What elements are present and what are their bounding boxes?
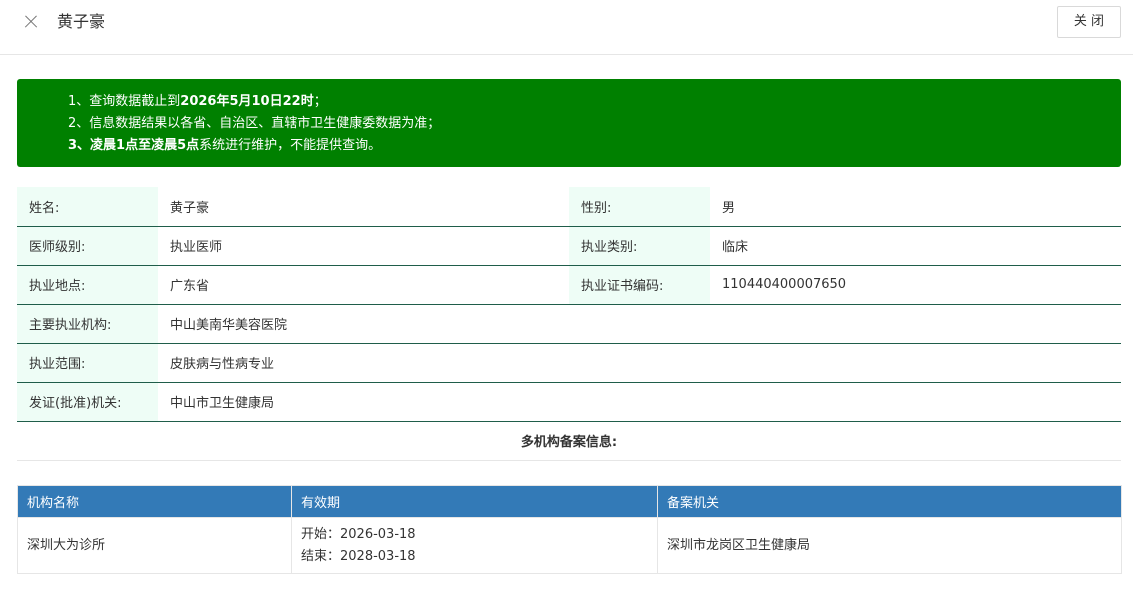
record-authority: 深圳市龙岗区卫生健康局 — [657, 517, 1122, 574]
info-row-location: 执业地点: 广东省 执业证书编码: 110440400007650 — [17, 265, 1121, 305]
dialog-title: 黄子豪 — [57, 12, 106, 31]
close-button[interactable]: 关 闭 — [1057, 6, 1121, 38]
record-start: 开始：2026-03-18 — [301, 526, 416, 542]
col-header-validity: 有效期 — [291, 485, 658, 518]
col-header-authority: 备案机关 — [657, 485, 1122, 518]
record-end: 结束：2028-03-18 — [301, 548, 416, 564]
table-row: 深圳大为诊所 开始：2026-03-18 结束：2028-03-18 深圳市龙岗… — [17, 517, 1122, 574]
level-label: 医师级别: — [17, 226, 158, 266]
multi-org-note: 多机构备案信息: — [17, 421, 1121, 461]
dialog-header: 黄子豪 关 闭 — [0, 0, 1133, 55]
records-table: 机构名称 有效期 备案机关 深圳大为诊所 开始：2026-03-18 结束：20… — [17, 485, 1122, 574]
notice-line-2: 2、信息数据结果以各省、自治区、直辖市卫生健康委数据为准； — [68, 116, 441, 131]
info-row-name: 姓名: 黄子豪 性别: 男 — [17, 187, 1121, 227]
info-row-issuer: 发证(批准)机关: 中山市卫生健康局 — [17, 382, 1121, 422]
close-icon[interactable] — [22, 12, 40, 32]
location-value: 广东省 — [158, 265, 569, 305]
gender-label: 性别: — [569, 187, 710, 227]
cert-label: 执业证书编码: — [569, 265, 710, 305]
info-row-org: 主要执业机构: 中山美南华美容医院 — [17, 304, 1121, 344]
info-row-scope: 执业范围: 皮肤病与性病专业 — [17, 343, 1121, 383]
org-label: 主要执业机构: — [17, 304, 158, 344]
info-row-level: 医师级别: 执业医师 执业类别: 临床 — [17, 226, 1121, 266]
category-label: 执业类别: — [569, 226, 710, 266]
location-label: 执业地点: — [17, 265, 158, 305]
notice-line-1: 1、查询数据截止到2026年5月10日22时； — [68, 94, 327, 109]
record-validity: 开始：2026-03-18 结束：2028-03-18 — [291, 517, 658, 574]
org-value: 中山美南华美容医院 — [158, 304, 1121, 344]
scope-label: 执业范围: — [17, 343, 158, 383]
cert-value: 110440400007650 — [710, 265, 1121, 305]
scope-value: 皮肤病与性病专业 — [158, 343, 1121, 383]
issuer-value: 中山市卫生健康局 — [158, 382, 1121, 422]
notice-banner: 1、查询数据截止到2026年5月10日22时； 2、信息数据结果以各省、自治区、… — [17, 79, 1121, 167]
level-value: 执业医师 — [158, 226, 569, 266]
name-value: 黄子豪 — [158, 187, 569, 227]
name-label: 姓名: — [17, 187, 158, 227]
gender-value: 男 — [710, 187, 1121, 227]
issuer-label: 发证(批准)机关: — [17, 382, 158, 422]
doctor-info-table: 姓名: 黄子豪 性别: 男 医师级别: 执业医师 执业类别: 临床 执业地点: … — [17, 187, 1121, 461]
col-header-org: 机构名称 — [17, 485, 292, 518]
info-row-multi-note: 多机构备案信息: — [17, 421, 1121, 461]
notice-line-3: 3、凌晨1点至凌晨5点系统进行维护，不能提供查询。 — [68, 138, 382, 153]
record-org: 深圳大为诊所 — [17, 517, 292, 574]
category-value: 临床 — [710, 226, 1121, 266]
records-header-row: 机构名称 有效期 备案机关 — [17, 485, 1122, 518]
